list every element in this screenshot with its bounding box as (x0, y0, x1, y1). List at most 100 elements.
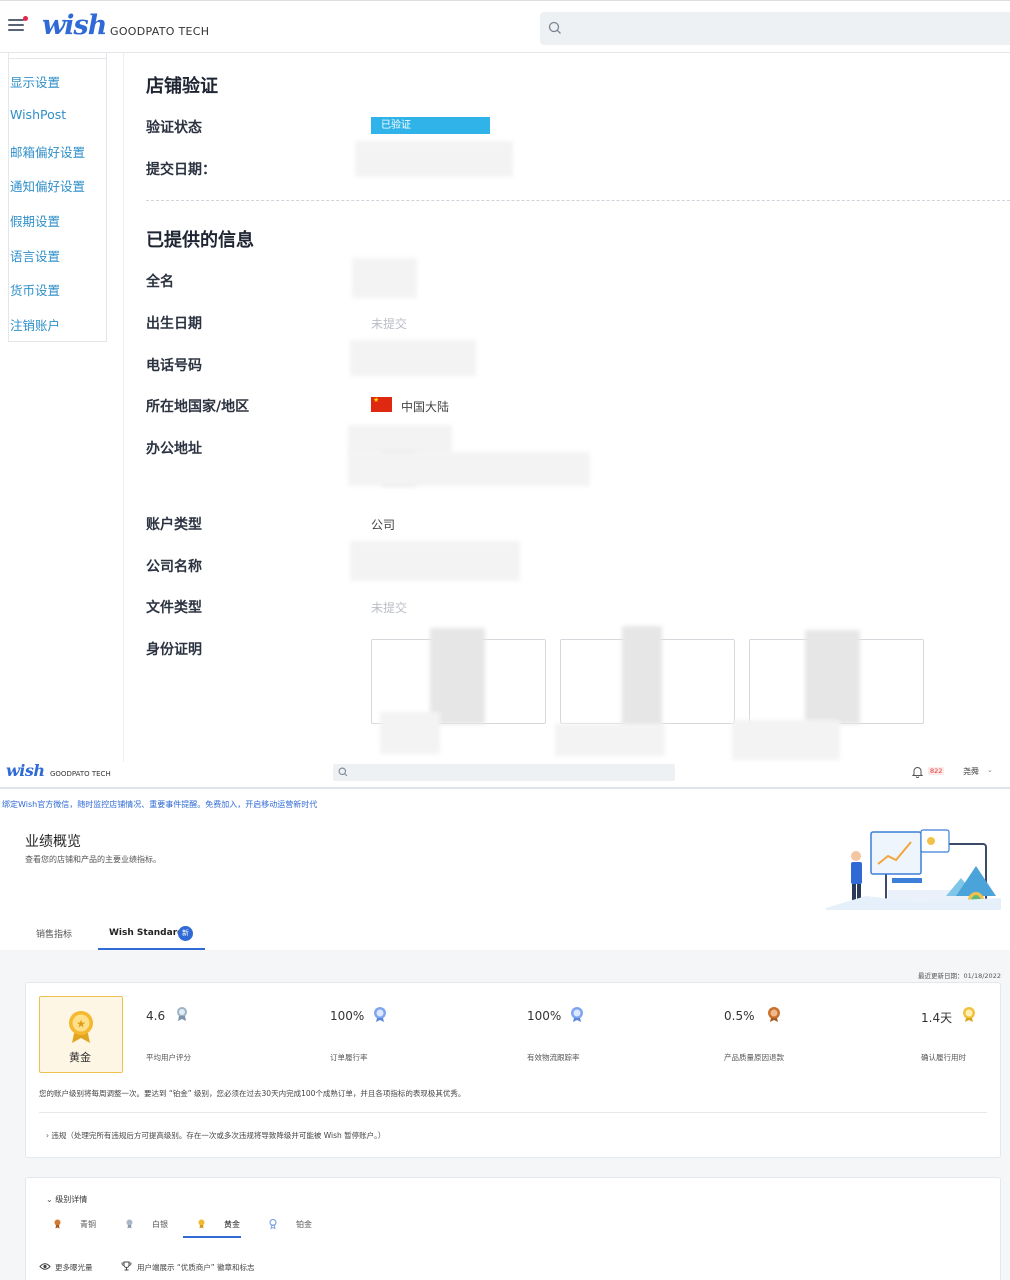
sidebar-item-wishpost[interactable]: WishPost (10, 107, 66, 122)
redacted-value (350, 340, 476, 376)
dob-value: 未提交 (371, 317, 408, 331)
account-type-value: 公司 (371, 518, 396, 532)
section-title-verification: 店铺验证 (146, 76, 218, 97)
violation-text: 违规（处理完所有违规后方可提高级别。存在一次或多次违规将导致降级并可能被 Wis… (51, 1131, 386, 1140)
metric-fulfillment-value: 100% (330, 1009, 365, 1023)
country-value: 中国大陆 (401, 400, 450, 414)
redacted-image (430, 628, 485, 724)
redacted-value (348, 452, 590, 486)
tab-sales-metrics[interactable]: 销售指标 (36, 927, 72, 940)
redacted-image (732, 720, 840, 760)
section-divider (146, 200, 1010, 201)
sidebar-item-language[interactable]: 语言设置 (10, 246, 60, 265)
country-label: 所在地国家/地区 (146, 399, 250, 415)
doc-type-value: 未提交 (371, 601, 408, 615)
silver-medal-icon (177, 1007, 187, 1021)
account-type-label: 账户类型 (146, 517, 202, 533)
gold-medal-small-icon (963, 1007, 975, 1022)
office-address-label: 办公地址 (146, 441, 202, 457)
page-title: 业绩概览 (25, 834, 81, 850)
benefit-premium-badge: 用户端展示 “优质商户” 徽章和标志 (137, 1263, 255, 1272)
analytics-illustration-icon (826, 829, 1001, 910)
divider (39, 1112, 987, 1113)
chevron-right-icon: › (46, 1131, 49, 1140)
bronze-medal-icon (768, 1007, 780, 1022)
eye-icon (39, 1263, 51, 1270)
sidebar-item-email[interactable]: 邮箱偏好设置 (10, 142, 85, 161)
redacted-value (350, 541, 520, 581)
user-menu[interactable]: 尧舜 (963, 766, 979, 777)
hamburger-menu-icon[interactable] (8, 19, 24, 33)
silver-pin-icon (126, 1219, 133, 1229)
redacted-image (622, 626, 662, 726)
metric-rating-value: 4.6 (146, 1009, 166, 1023)
benefit-exposure: 更多曝光量 (55, 1263, 93, 1272)
gold-medal-icon: ★ (69, 1011, 93, 1043)
status-badge: 已验证 (371, 117, 490, 134)
metric-tracking-label: 有效物流跟踪率 (527, 1053, 580, 1062)
full-name-label: 全名 (146, 274, 174, 290)
notification-count-badge[interactable]: 822 (928, 767, 945, 775)
metric-refund-value: 0.5% (724, 1009, 755, 1023)
top-header: wish GOODPATO TECH (0, 0, 1010, 53)
page-subtitle: 查看您的店铺和产品的主要业绩指标。 (25, 855, 161, 864)
svg-text:★: ★ (76, 1018, 86, 1031)
status-label: 验证状态 (146, 120, 202, 136)
section-title-info: 已提供的信息 (146, 230, 254, 251)
redacted-image (380, 712, 440, 754)
redacted-value (355, 141, 513, 177)
divider (123, 53, 124, 763)
metric-rating-label: 平均用户评分 (146, 1053, 191, 1062)
redacted-value (352, 258, 417, 298)
tier-label: 黄金 (69, 1051, 91, 1064)
level-tab-platinum[interactable]: 铂金 (296, 1219, 312, 1230)
platinum-pin-icon (269, 1219, 277, 1229)
redacted-image (805, 630, 860, 724)
platinum-medal-icon (374, 1007, 386, 1022)
sidebar-item-close-account[interactable]: 注销账户 (10, 315, 60, 334)
level-details-toggle[interactable]: ⌄ 级别详情 (46, 1194, 87, 1205)
sidebar-item-vacation[interactable]: 假期设置 (10, 211, 60, 230)
search-icon (338, 767, 348, 777)
chevron-down-icon[interactable]: ⌄ (987, 766, 993, 774)
level-tab-gold[interactable]: 黄金 (224, 1219, 240, 1230)
violation-toggle[interactable]: › 违规（处理完所有违规后方可提高级别。存在一次或多次违规将导致降级并可能被 W… (46, 1130, 385, 1141)
metric-confirm-time-label: 确认履行用时 (921, 1053, 966, 1062)
level-tab-silver[interactable]: 白银 (152, 1219, 168, 1230)
phone-label: 电话号码 (146, 358, 202, 374)
redacted-image (555, 724, 665, 756)
bell-icon[interactable] (912, 766, 923, 778)
trophy-icon (121, 1261, 132, 1271)
id-proof-label: 身份证明 (146, 642, 202, 658)
metric-confirm-time-value: 1.4天 (921, 1011, 953, 1025)
china-flag-icon (371, 396, 392, 412)
metric-refund-label: 产品质量原因退款 (724, 1053, 784, 1062)
metric-fulfillment-label: 订单履行率 (330, 1053, 368, 1062)
wechat-banner[interactable]: 绑定Wish官方微信，随时监控店铺情况、重要事件提醒。免费加入，开启移动运营新时… (2, 799, 317, 810)
sidebar-item-notification[interactable]: 通知偏好设置 (10, 176, 85, 195)
notification-dot-icon (23, 16, 28, 21)
search-input[interactable] (540, 12, 1010, 45)
chevron-down-icon: ⌄ (46, 1195, 53, 1204)
platinum-medal-icon (571, 1007, 583, 1022)
wish-logo[interactable]: wish (6, 761, 45, 780)
level-tab-bronze[interactable]: 青铜 (80, 1219, 96, 1230)
dob-label: 出生日期 (146, 316, 202, 332)
tab-wish-standards[interactable]: Wish Standards (109, 928, 189, 938)
gold-pin-icon (198, 1219, 205, 1229)
doc-type-label: 文件类型 (146, 600, 202, 616)
sidebar-item-currency[interactable]: 货币设置 (10, 280, 60, 299)
wish-logo[interactable]: wish (42, 10, 107, 41)
level-details-title: 级别详情 (55, 1195, 88, 1204)
last-updated: 最近更新日期：01/18/2022 (918, 972, 1001, 980)
bronze-pin-icon (54, 1219, 61, 1229)
search-icon (548, 21, 561, 34)
metric-tracking-value: 100% (527, 1009, 562, 1023)
store-name: GOODPATO TECH (110, 25, 210, 38)
active-level-indicator (183, 1236, 241, 1238)
sidebar-item-display[interactable]: 显示设置 (10, 72, 60, 91)
tier-note: 您的账户级别将每周调整一次。要达到 “铂金” 级别，您必须在过去30天内完成10… (39, 1089, 466, 1098)
company-name-label: 公司名称 (146, 559, 202, 575)
redacted-value (348, 425, 452, 455)
search-input[interactable] (333, 764, 675, 781)
